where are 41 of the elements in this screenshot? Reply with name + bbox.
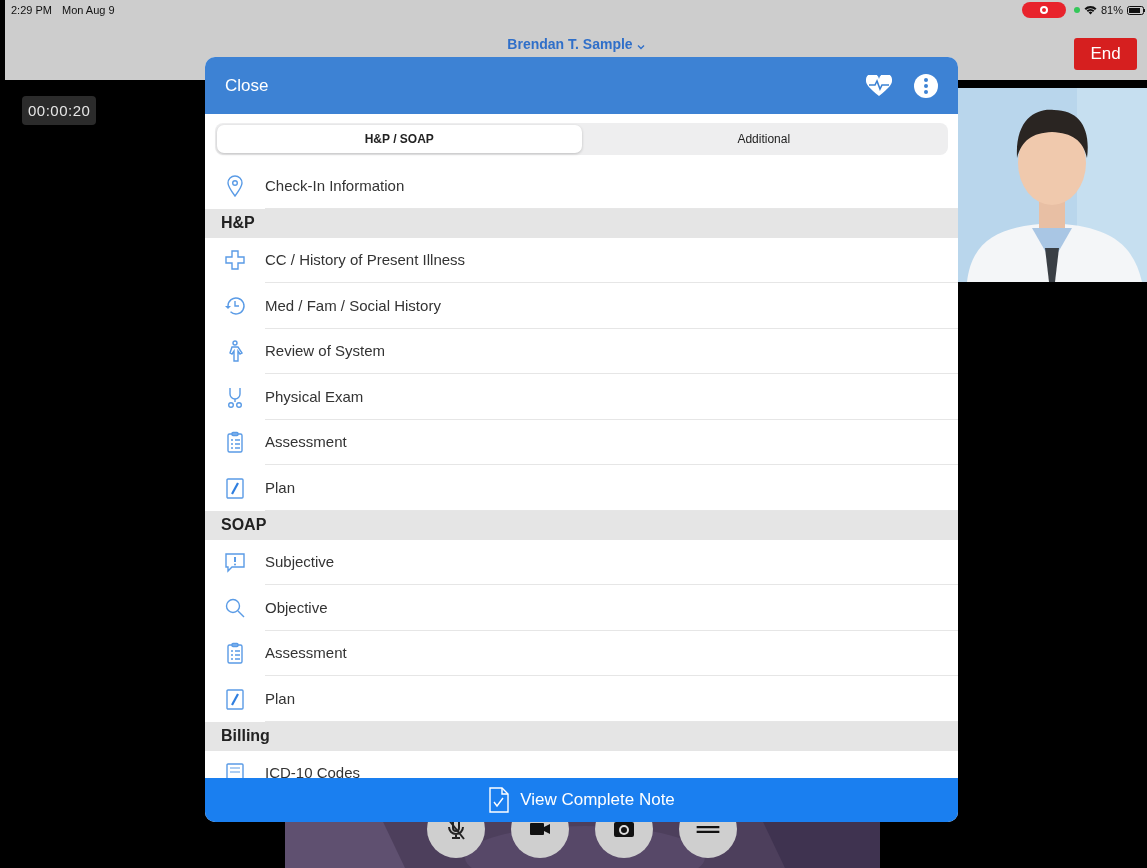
status-date: Mon Aug 9	[61, 4, 115, 16]
tab[interactable]: H&P / SOAP	[217, 125, 582, 153]
view-note-button[interactable]: View Complete Note	[205, 778, 958, 822]
heart-pulse-icon	[866, 74, 892, 97]
code-card-icon	[224, 762, 246, 778]
list-item[interactable]: Review of System	[265, 328, 958, 375]
list-item[interactable]: Assessment	[265, 419, 958, 466]
location-pin-icon	[224, 174, 246, 197]
search-icon	[224, 596, 246, 619]
pen-square-icon	[224, 476, 246, 499]
list-item[interactable]: Physical Exam	[265, 373, 958, 420]
list-item[interactable]: Check-In Information	[265, 163, 958, 209]
list-item[interactable]: Med / Fam / Social History	[265, 282, 958, 329]
list-item[interactable]: Subjective	[265, 539, 958, 586]
status-time: 2:29 PM	[11, 4, 52, 16]
list-item[interactable]: Assessment	[265, 630, 958, 677]
chevron-down-icon	[636, 44, 645, 50]
medical-cross-icon	[224, 249, 246, 272]
list-item[interactable]: CC / History of Present Illness	[265, 237, 958, 284]
section-header: Billing	[205, 721, 958, 751]
tab[interactable]: Additional	[581, 125, 946, 153]
wifi-icon	[1083, 5, 1097, 15]
history-clock-icon	[224, 294, 246, 317]
list-item[interactable]: Plan	[265, 464, 958, 511]
battery-percent: 81%	[1100, 4, 1123, 16]
info-icon	[914, 73, 938, 98]
status-dot-icon	[1073, 7, 1080, 13]
clipboard-list-icon	[224, 642, 246, 665]
battery-icon	[1127, 5, 1145, 15]
list-item[interactable]: Plan	[265, 675, 958, 722]
pen-square-icon	[224, 687, 246, 710]
speech-bubble-alert-icon	[224, 551, 246, 574]
list-item[interactable]: Objective	[265, 584, 958, 631]
clipboard-list-icon	[224, 431, 246, 454]
menu-icon	[696, 825, 720, 833]
document-check-icon	[488, 787, 511, 813]
end-call-button[interactable]: End	[1074, 38, 1137, 70]
close-button[interactable]: Close	[225, 75, 269, 96]
section-header: H&P	[205, 208, 958, 238]
section-header: SOAP	[205, 510, 958, 540]
call-timer: 00:00:20	[22, 96, 97, 125]
